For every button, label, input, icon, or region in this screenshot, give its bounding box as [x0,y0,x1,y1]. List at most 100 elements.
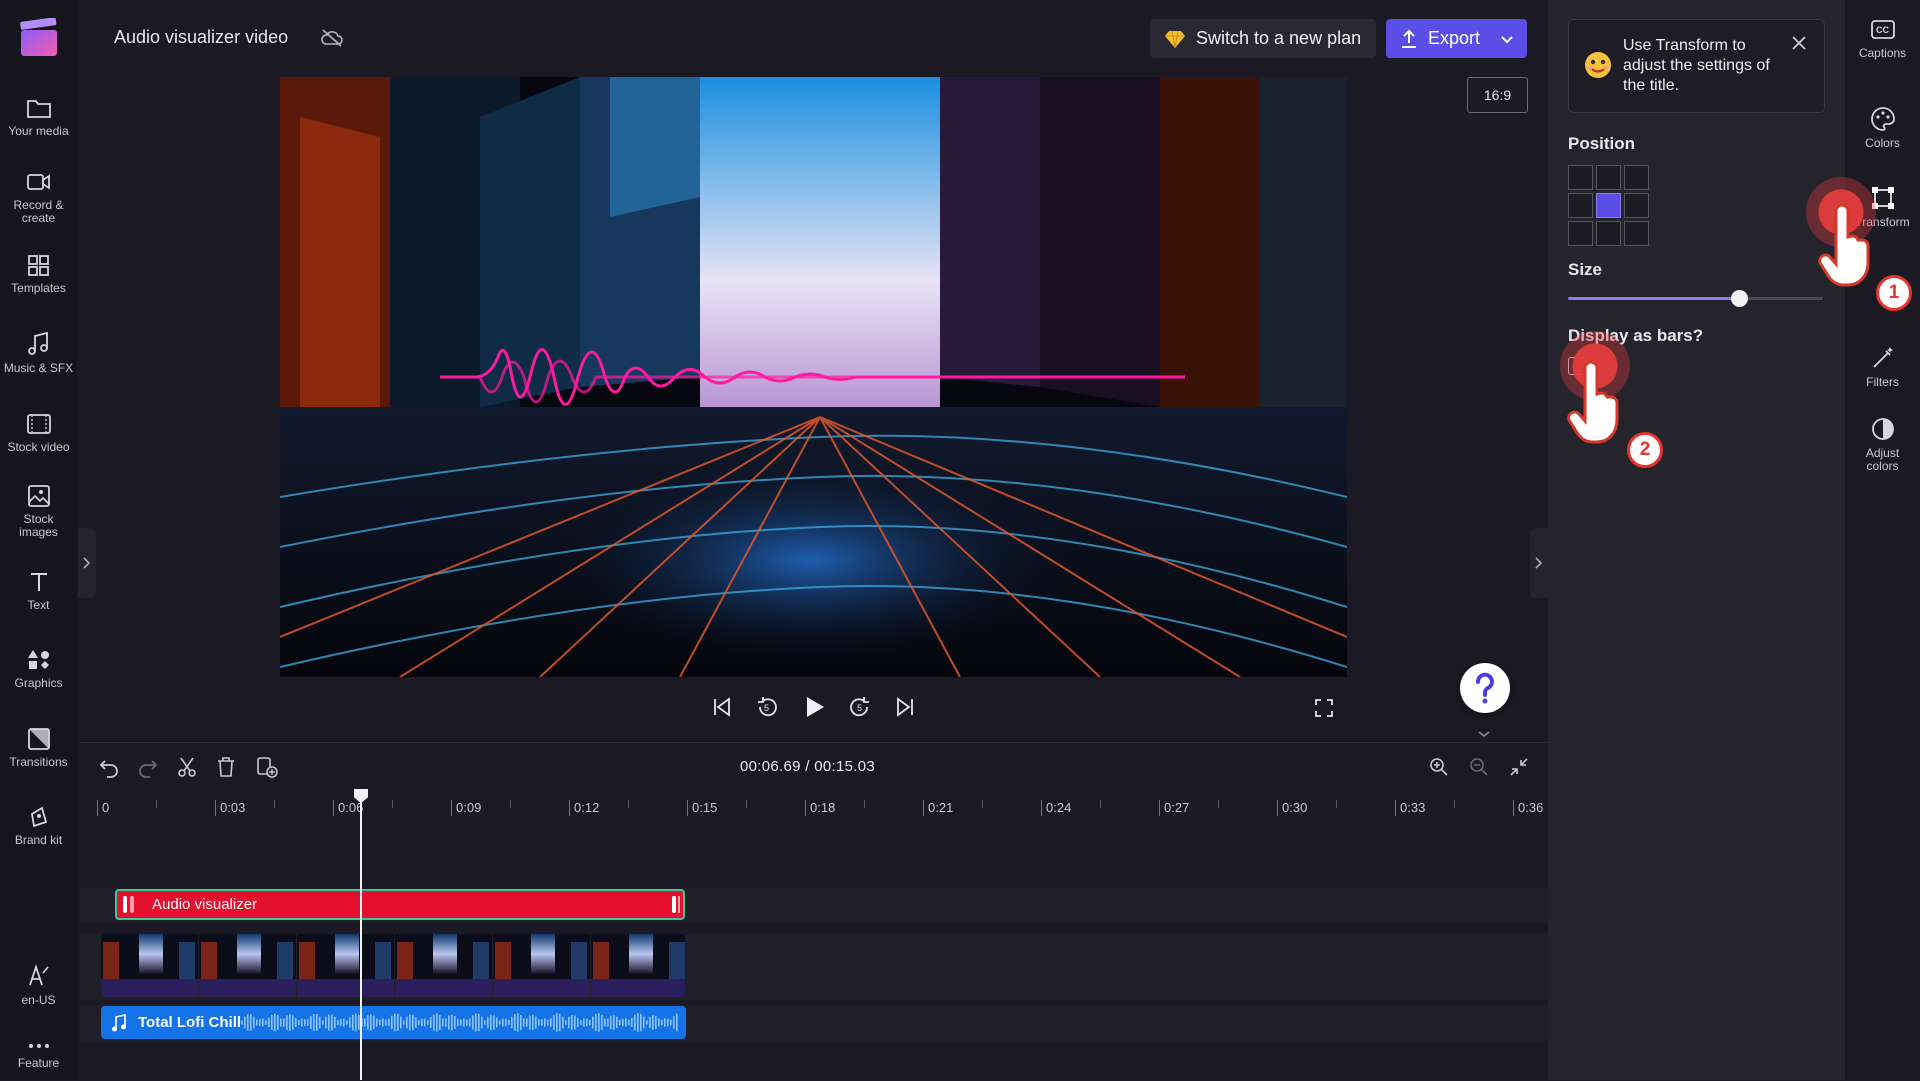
fullscreen-button[interactable] [1314,698,1334,723]
project-title[interactable]: Audio visualizer video [114,27,288,48]
position-cell-center[interactable] [1596,193,1621,218]
brand-icon [30,806,47,828]
position-cell-top-right[interactable] [1624,165,1649,190]
position-cell-left[interactable] [1568,193,1593,218]
aspect-ratio-button[interactable]: 16:9 [1467,77,1528,113]
ruler-tick-label: 0:21 [928,800,954,815]
export-button[interactable]: Export [1386,19,1527,58]
size-slider-thumb[interactable] [1731,290,1748,307]
palette-icon [1870,107,1895,131]
position-cell-top-left[interactable] [1568,165,1593,190]
rail-label: Captions [1858,46,1907,60]
captions-icon: CC [1870,20,1895,39]
rail-feature[interactable]: Feature [0,1040,77,1070]
rail-adjust-colors[interactable]: Adjust colors [1845,416,1920,473]
help-button[interactable] [1460,663,1510,713]
zoom-in-button[interactable] [1428,756,1450,783]
ruler-minor-tick [1100,800,1101,808]
add-to-timeline-button[interactable] [255,756,279,783]
rail-text[interactable]: Text [0,570,77,612]
ruler-tick-label: 0:27 [1164,800,1190,815]
cloud-off-icon[interactable] [320,28,344,53]
rail-stock-video[interactable]: Stock video [0,412,77,454]
rail-filters[interactable]: Filters [1845,345,1920,389]
zoom-out-button[interactable] [1468,756,1490,783]
rail-colors[interactable]: Colors [1845,106,1920,150]
rail-record-create[interactable]: Record & create [0,170,77,225]
clip-trim-handle-right[interactable] [672,896,676,913]
ruler-minor-tick [1454,800,1455,808]
left-panel-collapse[interactable] [78,528,96,598]
rail-captions[interactable]: CC Captions [1845,18,1920,60]
redo-icon [139,760,158,778]
ruler-tick [1159,800,1160,816]
language-icon [28,964,49,986]
video-preview[interactable] [280,77,1347,677]
undo-icon [99,760,118,778]
clip-trim-handle-left[interactable] [123,896,127,913]
tip-close-button[interactable] [1790,34,1808,57]
ruler-tick [1513,800,1514,816]
rail-label: Templates [11,281,66,295]
rail-stock-images[interactable]: Stock images [0,484,77,539]
position-cell-right[interactable] [1624,193,1649,218]
upload-icon [1402,29,1416,48]
rail-your-media[interactable]: Your media [0,96,77,138]
ruler-minor-tick [274,800,275,808]
rail-language[interactable]: en-US [0,963,77,1007]
image-icon [27,485,50,507]
rail-transitions[interactable]: Transitions [0,727,77,769]
clip-video[interactable] [101,934,685,997]
position-cell-bottom-left[interactable] [1568,221,1593,246]
trash-icon [218,757,234,777]
clip-handle-grip [678,896,680,913]
position-cell-top[interactable] [1596,165,1621,190]
tip-text: Use Transform to adjust the settings of … [1623,37,1770,94]
collapse-icon [1510,758,1528,776]
ruler-minor-tick [1336,800,1337,808]
ruler-tick [1277,800,1278,816]
clip-audio-track[interactable]: Total Lofi Chill [101,1006,686,1039]
play-button[interactable] [801,694,827,725]
text-icon [30,573,47,591]
chevron-down-icon [1478,731,1490,738]
position-cell-bottom-right[interactable] [1624,221,1649,246]
clip-audio-visualizer[interactable]: Audio visualizer [115,889,685,920]
skip-end-button[interactable] [894,695,916,724]
forward-5-button[interactable]: 5 [848,695,872,724]
fit-timeline-button[interactable] [1508,756,1530,783]
ruler-tick [215,800,216,816]
app-logo[interactable] [19,17,59,58]
ruler-tick-label: 0 [102,800,110,815]
ruler-tick [333,800,334,816]
split-button[interactable] [176,756,198,783]
ruler-tick [687,800,688,816]
rewind-5-button[interactable]: 5 [755,695,779,724]
templates-icon [27,255,49,276]
time-readout: 00:06.69 / 00:15.03 [740,758,875,775]
film-icon [26,414,51,434]
redo-button[interactable] [137,756,159,783]
export-label: Export [1428,28,1481,48]
rail-graphics[interactable]: Graphics [0,648,77,690]
rail-brand-kit[interactable]: Brand kit [0,805,77,847]
chevron-right-icon [1535,557,1543,569]
right-panel-collapse[interactable] [1530,528,1548,598]
svg-text:5: 5 [857,703,862,713]
undo-button[interactable] [98,756,120,783]
ruler-minor-tick [982,800,983,808]
skip-start-button[interactable] [711,695,733,724]
delete-button[interactable] [215,756,237,783]
fullscreen-icon [1315,699,1333,717]
skip-forward-icon [897,697,913,717]
rail-label: Your media [8,124,69,138]
position-cell-bottom[interactable] [1596,221,1621,246]
switch-plan-button[interactable]: Switch to a new plan [1150,19,1376,58]
ruler-tick [451,800,452,816]
rail-templates[interactable]: Templates [0,253,77,295]
playhead[interactable] [360,796,362,1080]
rail-music-sfx[interactable]: Music & SFX [0,331,77,375]
rail-label: Record & create [13,198,64,225]
play-icon [807,697,824,717]
rail-label: Graphics [14,676,63,690]
